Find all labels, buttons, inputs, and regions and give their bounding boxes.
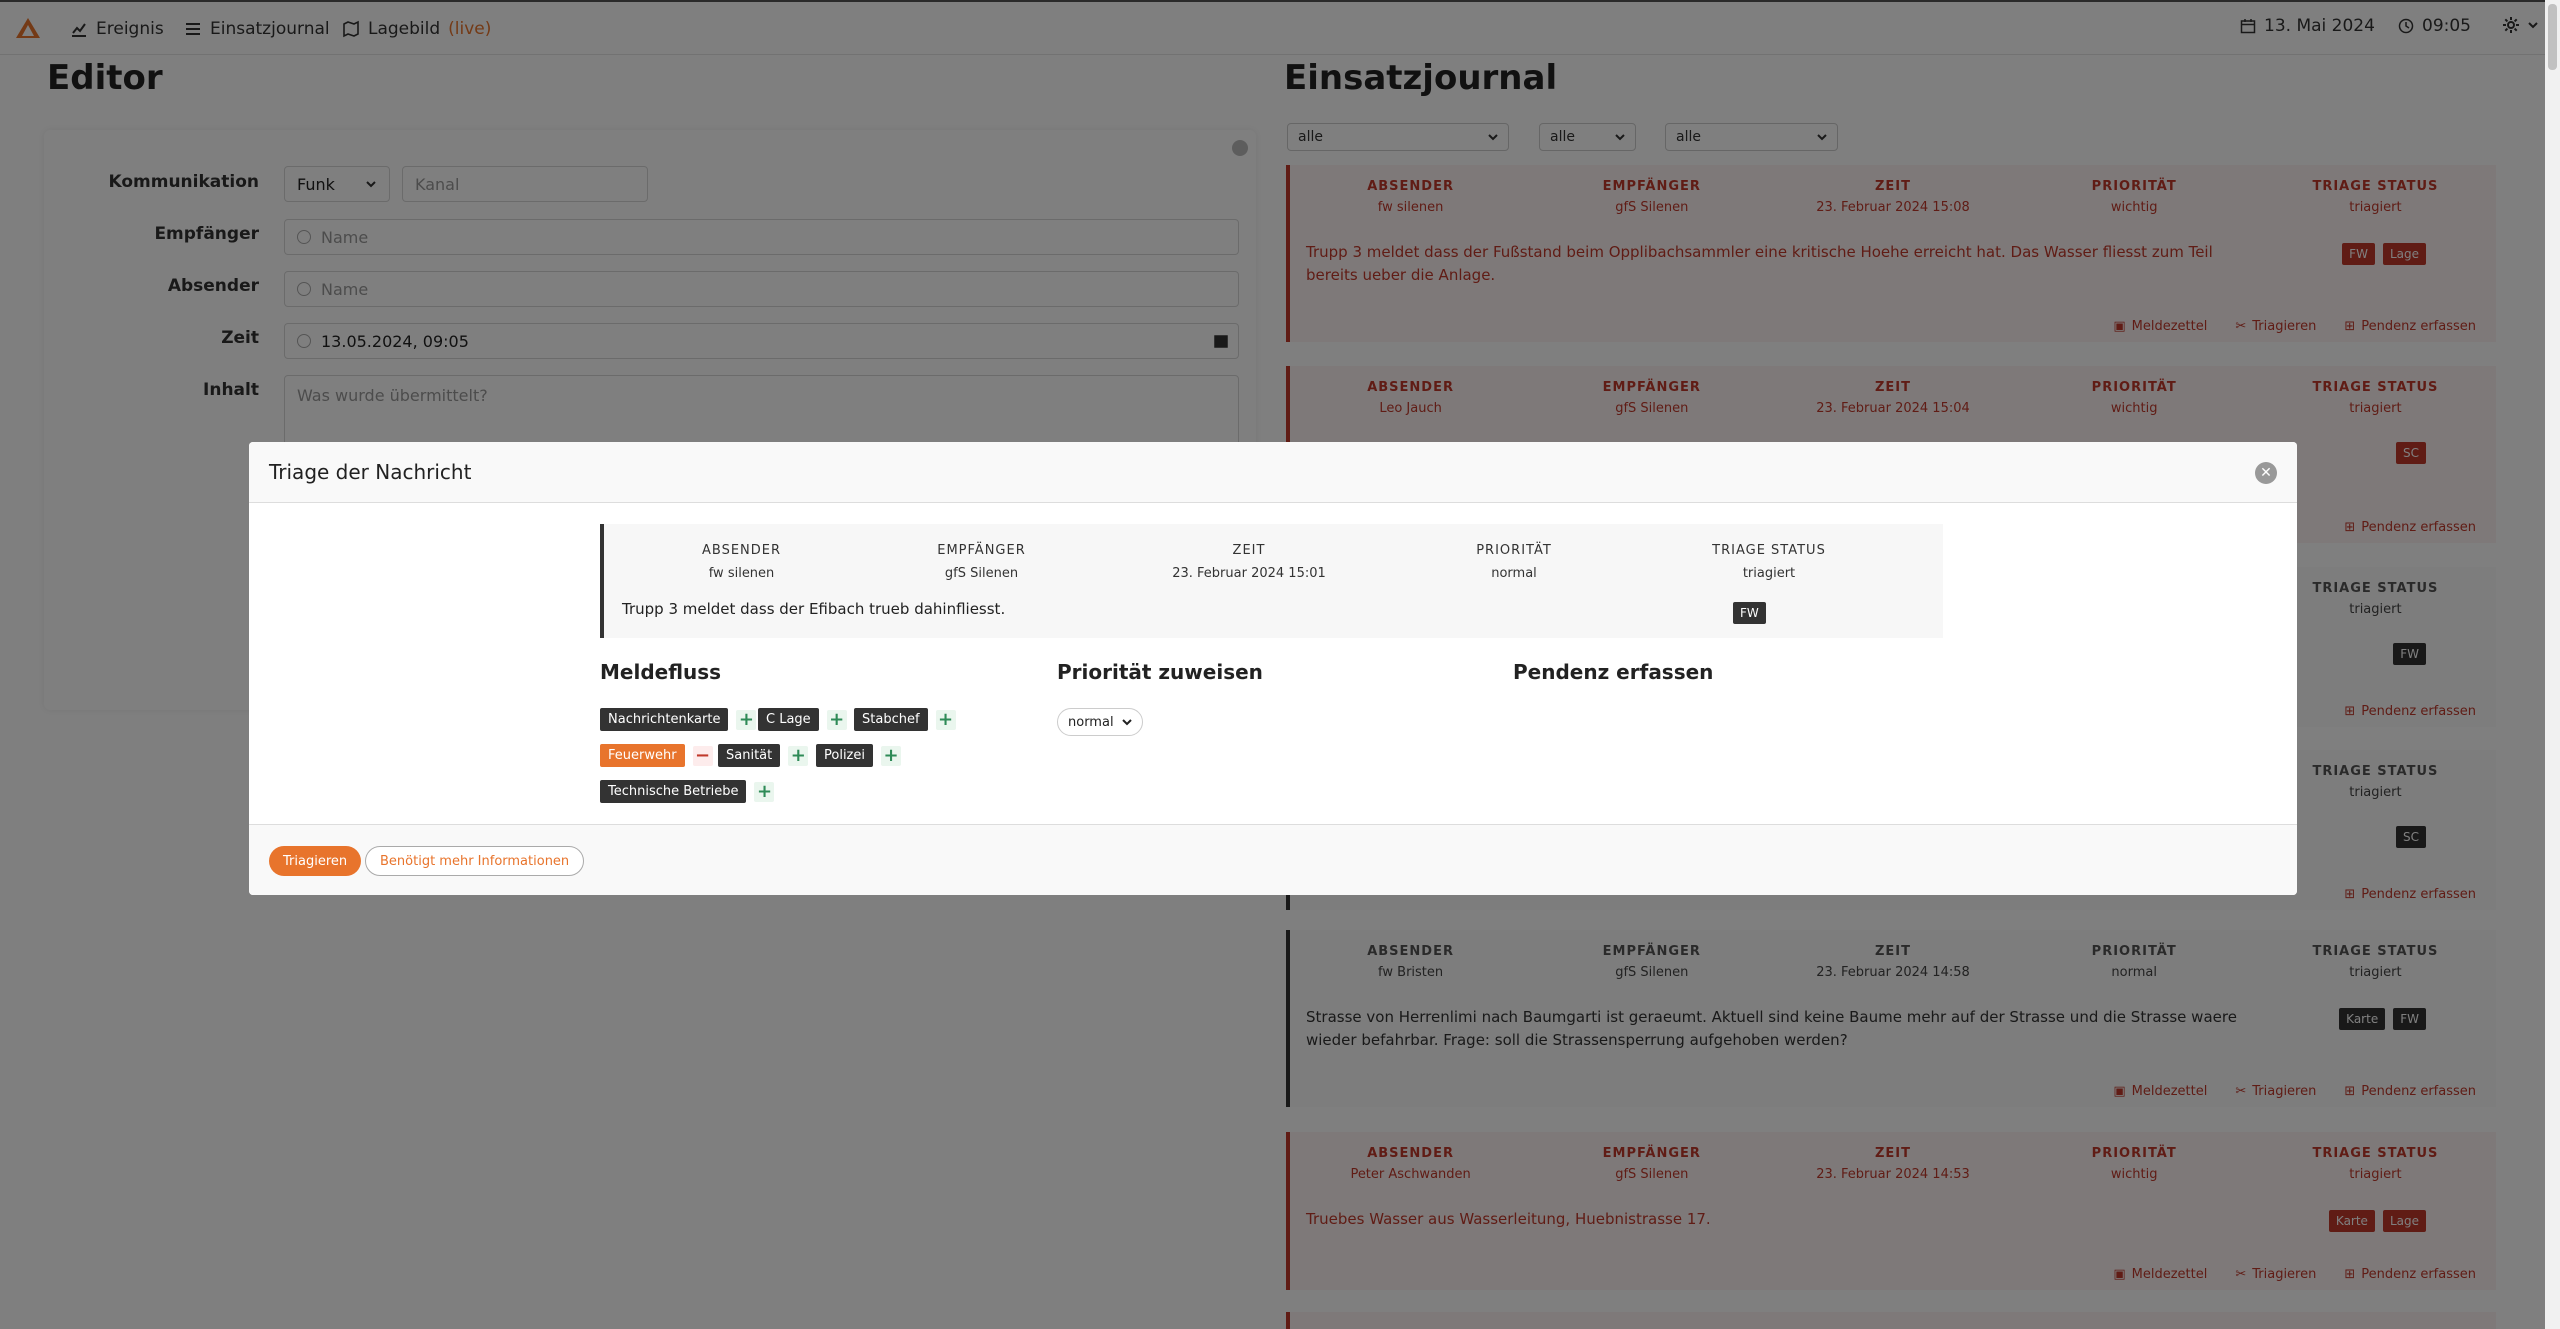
msg-triage: triagiert <box>1742 566 1796 581</box>
meldefluss-chip: Polizei + <box>816 744 901 767</box>
plus-icon[interactable]: + <box>754 781 775 802</box>
minus-icon[interactable]: − <box>692 745 713 766</box>
page-scrollbar[interactable] <box>2545 0 2560 1329</box>
meldefluss-chip: C Lage + <box>758 708 847 731</box>
triage-modal: Triage der Nachricht ✕ ABSENDER fw silen… <box>249 442 2297 895</box>
msg-prioritaet: normal <box>1491 566 1537 581</box>
msg-triage-header: TRIAGE STATUS <box>1712 543 1826 558</box>
prioritaet-title: Priorität zuweisen <box>1057 660 1263 684</box>
modal-header: Triage der Nachricht ✕ <box>249 442 2297 503</box>
prioritaet-select[interactable]: normal <box>1057 708 1143 736</box>
meldefluss-chip: Nachrichtenkarte + <box>600 708 757 731</box>
chip-label: Stabchef <box>854 708 928 731</box>
msg-absender-header: ABSENDER <box>701 543 782 558</box>
plus-icon[interactable]: + <box>788 745 809 766</box>
chip-label: Feuerwehr <box>600 744 685 767</box>
msg-prioritaet-header: PRIORITÄT <box>1476 543 1552 558</box>
triagieren-submit-button[interactable]: Triagieren <box>269 846 362 876</box>
close-icon[interactable]: ✕ <box>2255 462 2277 484</box>
msg-zeit: 23. Februar 2024 15:01 <box>1172 566 1326 581</box>
modal-title: Triage der Nachricht <box>269 460 472 484</box>
prioritaet-value: normal <box>1068 714 1114 730</box>
meldefluss-title: Meldefluss <box>600 660 722 684</box>
pendenz-title: Pendenz erfassen <box>1513 660 1714 684</box>
chevron-down-icon <box>1122 719 1132 726</box>
msg-empfaenger-header: EMPFÄNGER <box>937 543 1026 558</box>
msg-empfaenger: gfS Silenen <box>944 566 1019 581</box>
message-summary: ABSENDER fw silenen EMPFÄNGER gfS Silene… <box>600 524 1943 638</box>
scrollbar-thumb[interactable] <box>2548 4 2557 70</box>
msg-zeit-header: ZEIT <box>1232 543 1266 558</box>
plus-icon[interactable]: + <box>826 709 847 730</box>
msg-tag: FW <box>1733 602 1766 624</box>
msg-absender: fw silenen <box>708 566 775 581</box>
plus-icon[interactable]: + <box>881 745 901 766</box>
chip-label: Technische Betriebe <box>600 780 747 803</box>
chip-label: Polizei <box>816 744 873 767</box>
meldefluss-chip: Technische Betriebe + <box>600 780 775 803</box>
chip-label: Sanität <box>718 744 781 767</box>
mehr-info-button[interactable]: Benötigt mehr Informationen <box>365 846 585 876</box>
meldefluss-chip: Feuerwehr − <box>600 744 713 767</box>
modal-footer: Triagieren Benötigt mehr Informationen <box>249 824 2297 895</box>
meldefluss-chip: Sanität + <box>718 744 809 767</box>
chip-label: Nachrichtenkarte <box>600 708 729 731</box>
msg-content: Trupp 3 meldet dass der Efibach trueb da… <box>622 600 1006 618</box>
meldefluss-chip: Stabchef + <box>854 708 956 731</box>
chip-label: C Lage <box>758 708 819 731</box>
plus-icon[interactable]: + <box>935 709 956 730</box>
plus-icon[interactable]: + <box>736 709 757 730</box>
